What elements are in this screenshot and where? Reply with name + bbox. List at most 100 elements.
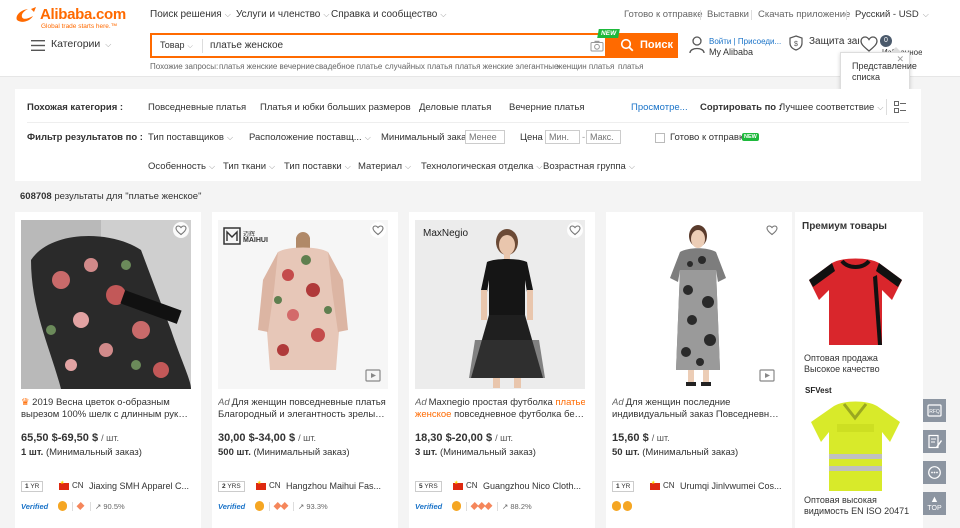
- supplier-location-dropdown[interactable]: Расположение поставщ... ⌵: [249, 132, 371, 143]
- order-protection-link[interactable]: Защита заказов: [809, 36, 859, 47]
- category-link[interactable]: Деловые платья: [419, 102, 491, 113]
- user-icon[interactable]: [689, 36, 705, 54]
- product-card[interactable]: 迈辉 MAIHUI Ad Для женщин повседневные плат…: [212, 212, 398, 528]
- price-min-input[interactable]: [545, 130, 580, 144]
- related-search-link[interactable]: платья: [618, 62, 643, 71]
- chat-button[interactable]: [923, 461, 946, 484]
- nav-find-solutions[interactable]: Поиск решения ⌵: [150, 9, 231, 20]
- nav-trade-shows[interactable]: Выставки: [707, 9, 749, 20]
- category-link[interactable]: Повседневные платья: [148, 102, 246, 113]
- product-title-line2[interactable]: вырезом 100% шелк с длинным рукавом...: [21, 409, 191, 421]
- gold-supplier-icon: [255, 501, 264, 511]
- product-title-line2[interactable]: женское повседневное футболка без...: [415, 409, 585, 421]
- price-max-input[interactable]: [586, 130, 621, 144]
- min-order: 3 шт. (Минимальный заказ): [415, 447, 536, 458]
- years-badge: 1 YR: [21, 481, 44, 492]
- camera-icon[interactable]: [590, 39, 604, 53]
- back-to-top-button[interactable]: ▲ TOP: [923, 492, 946, 515]
- search-type-selector[interactable]: Товар ⌵: [160, 40, 193, 51]
- min-order: 500 шт. (Минимальный заказ): [218, 447, 350, 458]
- verified-badge[interactable]: Verified: [21, 502, 48, 511]
- chevron-down-icon: ⌵: [226, 133, 234, 142]
- supplier-link[interactable]: Hangzhou Maihui Fas...: [286, 481, 390, 491]
- product-image[interactable]: 迈辉 MAIHUI: [218, 220, 388, 389]
- add-favorite-button[interactable]: [173, 222, 189, 238]
- diamond-icon: [484, 502, 493, 510]
- category-link[interactable]: Вечерние платья: [509, 102, 585, 113]
- verified-badge[interactable]: Verified: [415, 502, 442, 511]
- add-favorite-button[interactable]: [567, 222, 583, 238]
- filter-age-group-dropdown[interactable]: Возрастная группа ⌵: [543, 161, 635, 172]
- feedback-button[interactable]: [923, 430, 946, 453]
- tooltip-text: Представление списка: [852, 61, 917, 82]
- divider: [700, 10, 701, 20]
- my-alibaba-link[interactable]: My Alibaba: [709, 47, 753, 57]
- related-search-link[interactable]: свадебное платье: [315, 62, 382, 71]
- search-input[interactable]: [210, 40, 580, 51]
- product-title[interactable]: Ad Maxnegio простая футболка платье: [415, 397, 585, 409]
- filter-fabric-dropdown[interactable]: Тип ткани ⌵: [223, 161, 275, 172]
- sign-in-join-link[interactable]: Войти | Присоеди...: [709, 37, 781, 46]
- view-more-link[interactable]: Просмотре...: [631, 102, 688, 113]
- price-label: Цена :: [520, 132, 549, 143]
- heart-icon[interactable]: [860, 36, 878, 52]
- response-rate: ↗ 90.5%: [95, 502, 125, 511]
- product-title[interactable]: Ad Для женщин последние: [612, 397, 782, 409]
- related-search-link[interactable]: платья женские вечерние: [219, 62, 314, 71]
- sort-dropdown[interactable]: Лучшее соответствие ⌵: [779, 102, 883, 113]
- product-title-line2[interactable]: индивидуальный заказ Повседневная...: [612, 409, 782, 421]
- chevron-down-icon: ⌵: [187, 43, 193, 50]
- product-card[interactable]: Ad Для женщин последние индивидуальный за…: [606, 212, 792, 528]
- product-title-line2[interactable]: Благородный и элегантность зрелые сти...: [218, 409, 388, 421]
- premium-product-image[interactable]: [802, 245, 909, 352]
- list-view-icon[interactable]: [894, 101, 906, 113]
- verified-badge[interactable]: Verified: [218, 502, 245, 511]
- supplier-type-dropdown[interactable]: Тип поставщиков ⌵: [148, 132, 233, 143]
- add-favorite-button[interactable]: [764, 222, 780, 238]
- filter-feature-dropdown[interactable]: Особенность ⌵: [148, 161, 215, 172]
- alibaba-logo[interactable]: Alibaba.com Global trade starts here.™: [14, 4, 132, 30]
- related-search-link[interactable]: случайных платья: [385, 62, 453, 71]
- filter-technics-dropdown[interactable]: Технологическая отделка ⌵: [421, 161, 542, 172]
- product-card[interactable]: MaxNegio Ad Maxnegio простая футболка пла…: [409, 212, 595, 528]
- chevron-down-icon: ⌵: [208, 162, 216, 171]
- supplier-link[interactable]: Guangzhou Nico Cloth...: [483, 481, 587, 491]
- svg-text:RFQ: RFQ: [929, 409, 940, 415]
- premium-product-caption[interactable]: Оптовая продажа Высокое качество: [804, 353, 914, 375]
- product-card[interactable]: ♛ 2019 Весна цветок о-образным вырезом 1…: [15, 212, 201, 528]
- category-link[interactable]: Платья и юбки больших размеров: [260, 102, 411, 113]
- heart-icon: [766, 225, 778, 236]
- divider: [466, 502, 467, 511]
- close-icon[interactable]: ✕: [896, 54, 904, 65]
- product-image[interactable]: [612, 220, 782, 389]
- supplier-link[interactable]: Jiaxing SMH Apparel C...: [89, 481, 193, 491]
- premium-product-caption[interactable]: Оптовая высокая видимость EN ISO 20471: [804, 495, 914, 517]
- nav-help-community[interactable]: Справка и сообщество ⌵: [331, 9, 446, 20]
- premium-product-image[interactable]: SFVest: [802, 384, 909, 491]
- filter-supply-type-dropdown[interactable]: Тип поставки ⌵: [284, 161, 351, 172]
- min-order-input[interactable]: [465, 130, 505, 144]
- country-code: CN: [269, 481, 281, 490]
- country-code: CN: [466, 481, 478, 490]
- page: { "header": { "logo_word": "Alibaba.com"…: [0, 0, 960, 528]
- related-search-link[interactable]: платья женские элегантные: [455, 62, 558, 71]
- related-search-link[interactable]: женщин платья: [557, 62, 614, 71]
- nav-services-membership[interactable]: Услуги и членство ⌵: [236, 9, 329, 20]
- product-image[interactable]: [21, 220, 191, 389]
- categories-menu[interactable]: Категории ⌵: [51, 38, 111, 50]
- premium-title: Премиум товары: [802, 221, 887, 232]
- brand-logo-text: MAIHUI: [243, 237, 268, 244]
- ready-to-ship-checkbox[interactable]: [655, 133, 665, 143]
- nav-ready-to-ship[interactable]: Готово к отправке: [624, 9, 703, 20]
- add-favorite-button[interactable]: [370, 222, 386, 238]
- filter-material-dropdown[interactable]: Материал ⌵: [358, 161, 411, 172]
- gold-supplier-icon: [623, 501, 632, 511]
- supplier-link[interactable]: Urumqi Jinlvwumei Cos...: [680, 481, 784, 491]
- product-title[interactable]: Ad Для женщин повседневные платья: [218, 397, 388, 409]
- nav-download-app[interactable]: Скачать приложение: [758, 9, 850, 20]
- divider: [497, 502, 498, 511]
- rfq-button[interactable]: RFQ: [923, 399, 946, 422]
- product-title[interactable]: ♛ 2019 Весна цветок о-образным: [21, 397, 191, 409]
- product-image[interactable]: MaxNegio: [415, 220, 585, 389]
- language-currency-selector[interactable]: Русский - USD ⌵: [855, 9, 929, 20]
